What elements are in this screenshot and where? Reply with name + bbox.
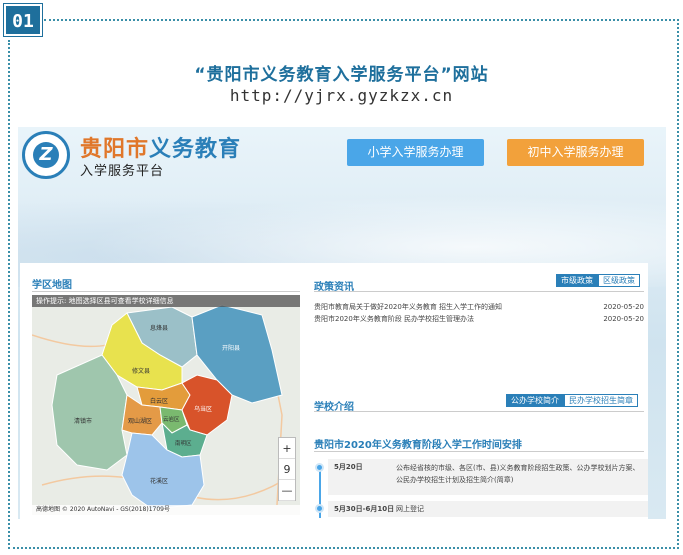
district-map[interactable]: 息烽县 开阳县 修文县 清镇市 白云区 乌当区 观山湖区 云岩区 南明区 花溪区… xyxy=(32,295,300,515)
zoom-level-indicator: 9 xyxy=(279,459,295,480)
primary-school-service-button[interactable]: 小学入学服务办理 xyxy=(347,139,484,166)
news-item[interactable]: 贵阳市2020年义务教育阶段 民办学校招生管理办法 2020-05-20 xyxy=(314,313,644,325)
frame-border-left xyxy=(8,40,10,549)
school-tabs: 公办学校简介 民办学校招生简章 xyxy=(506,394,638,407)
policy-news-list: 贵阳市教育局关于做好2020年义务教育 招生入学工作的通知 2020-05-20… xyxy=(314,301,644,325)
map-zoom-control[interactable]: + 9 — xyxy=(278,437,296,501)
brand-suffix: 义务教育 xyxy=(149,137,242,162)
schedule-item: 5月20日 公布经省核的市级、各区(市、县)义务教育阶段招生政策、公办学校划片方… xyxy=(328,459,648,495)
frame-border-bottom xyxy=(8,547,679,549)
schedule-heading-rule xyxy=(314,451,644,452)
policy-tabs: 市级政策 区级政策 xyxy=(556,274,640,287)
map-label-xiuwen: 修文县 xyxy=(132,367,150,375)
news-item[interactable]: 贵阳市教育局关于做好2020年义务教育 招生入学工作的通知 2020-05-20 xyxy=(314,301,644,313)
map-label-huaxi: 花溪区 xyxy=(150,477,168,485)
map-attribution: 高德地图 © 2020 AutoNavi - GS(2018)1709号 xyxy=(32,505,300,515)
page-title: “贵阳市义务教育入学服务平台”网站 xyxy=(194,65,489,85)
middle-school-service-button[interactable]: 初中入学服务办理 xyxy=(507,139,644,166)
news-item-title[interactable]: 贵阳市2020年义务教育阶段 民办学校招生管理办法 xyxy=(314,313,474,325)
schedule-date: 5月30日-6月10日 xyxy=(334,505,395,513)
frame-border-top xyxy=(44,19,679,21)
zoom-out-button[interactable]: — xyxy=(279,480,295,501)
map-heading-rule xyxy=(32,291,300,292)
site-url: http://yjrx.gyzkzx.cn xyxy=(229,86,454,105)
schedule-text: 公布经省核的市级、各区(市、县)义务教育阶段招生政策、公办学校划片方案、公民办学… xyxy=(396,464,640,484)
article-frame: 01 “贵阳市义务教育入学服务平台”网站 http://yjrx.gyzkzx.… xyxy=(0,0,683,555)
tab-private-schools[interactable]: 民办学校招生简章 xyxy=(564,394,638,407)
map-label-wudang: 乌当区 xyxy=(194,405,212,413)
news-item-date: 2020-05-20 xyxy=(603,315,644,323)
zoom-in-button[interactable]: + xyxy=(279,438,295,459)
map-label-yunyan: 云岩区 xyxy=(163,415,180,423)
schedule-text: 网上登记 xyxy=(396,505,424,513)
tab-city-policy[interactable]: 市级政策 xyxy=(556,274,598,287)
brand-prefix: 贵阳市 xyxy=(80,137,150,162)
content-panel: 学区地图 息烽县 开阳县 修文县 清镇市 白云区 乌当区 观山湖区 云岩区 南明… xyxy=(20,263,648,519)
map-label-xifeng: 息烽县 xyxy=(150,324,168,332)
map-label-guanshanhu: 观山湖区 xyxy=(128,417,152,425)
schedule-item-content: 5月20日 公布经省核的市级、各区(市、县)义务教育阶段招生政策、公办学校划片方… xyxy=(334,462,642,486)
tab-district-policy[interactable]: 区级政策 xyxy=(598,274,640,287)
schedule-item: 5月30日-6月10日 网上登记 xyxy=(328,501,648,517)
timeline-dot xyxy=(315,463,324,472)
section-number-badge: 01 xyxy=(3,3,43,37)
logo-mark-icon: Z xyxy=(33,142,59,168)
site-brand-subtitle: 入学服务平台 xyxy=(80,164,165,179)
timeline-dot xyxy=(315,504,324,513)
school-heading-rule xyxy=(314,411,644,412)
map-operation-hint: 操作提示: 地图选择区县可查看学校详细信息 xyxy=(32,295,300,307)
schedule-item-content: 5月30日-6月10日 网上登记 xyxy=(334,504,642,514)
schedule-date: 5月20日 xyxy=(334,463,363,471)
map-label-qingzhen: 清镇市 xyxy=(74,417,92,425)
news-item-date: 2020-05-20 xyxy=(603,303,644,311)
news-item-title[interactable]: 贵阳市教育局关于做好2020年义务教育 招生入学工作的通知 xyxy=(314,301,502,313)
map-label-nanming: 南明区 xyxy=(175,439,192,447)
site-brand: 贵阳市义务教育 xyxy=(80,131,241,163)
tab-public-schools[interactable]: 公办学校简介 xyxy=(506,394,564,407)
website-screenshot: Z 贵阳市义务教育 入学服务平台 小学入学服务办理 初中入学服务办理 学区地图 xyxy=(18,127,666,519)
district-map-svg: 息烽县 开阳县 修文县 清镇市 白云区 乌当区 观山湖区 云岩区 南明区 花溪区 xyxy=(32,295,300,515)
schedule-heading: 贵阳市2020年义务教育阶段入学工作时间安排 xyxy=(314,440,522,451)
map-label-kaiyang: 开阳县 xyxy=(222,344,240,352)
map-label-baiyun: 白云区 xyxy=(150,397,168,405)
site-logo[interactable]: Z xyxy=(22,131,70,179)
policy-heading-rule xyxy=(314,291,644,292)
map-heading: 学区地图 xyxy=(32,280,72,291)
